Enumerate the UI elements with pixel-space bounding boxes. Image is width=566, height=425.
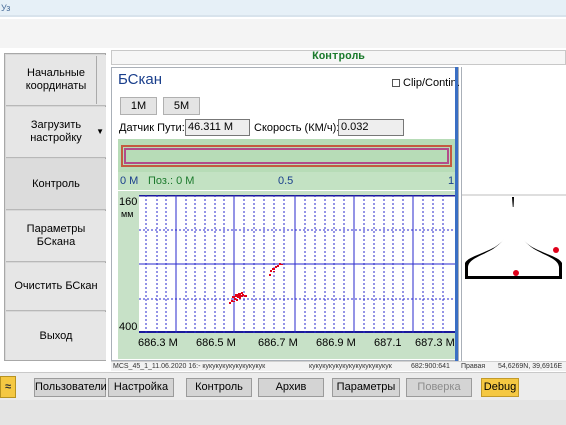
status-file: MCS_45_1_11.06.2020 16:- кукукукукукукук…: [113, 363, 266, 370]
x-tick: 686.7 M: [258, 337, 298, 349]
dropdown-divider: [96, 56, 97, 104]
sidebar-item-label: Контроль: [32, 177, 80, 190]
sidebar-item-exit[interactable]: Выход: [6, 312, 106, 360]
bscan-grid: [139, 194, 455, 333]
status-coords: 682:900:641: [411, 363, 450, 370]
scale-position: Поз.: 0 M: [148, 175, 195, 187]
scale-start: 0 M: [120, 175, 139, 187]
debug-button[interactable]: Debug: [481, 378, 519, 397]
position-track-inner: [124, 148, 449, 164]
parameters-button[interactable]: Параметры: [332, 378, 400, 397]
sidebar-item-start-coordinates[interactable]: Начальные координаты: [6, 55, 106, 106]
bscan-title: БСкан: [118, 71, 163, 88]
panel-splitter[interactable]: [455, 67, 458, 361]
double-chevron-up-icon[interactable]: ≈: [0, 376, 16, 398]
toolbar-gap: [0, 19, 566, 48]
verification-button: Поверка: [406, 378, 472, 397]
status-gps: 54,6269N, 39,6916E: [498, 363, 563, 370]
archive-button[interactable]: Архив: [258, 378, 324, 397]
window-tab[interactable]: Уз: [0, 0, 566, 17]
checkbox-icon[interactable]: [392, 79, 400, 87]
speed-value: 0.032: [338, 119, 404, 136]
x-tick: 687.1: [374, 337, 402, 349]
control-button[interactable]: Контроль: [186, 378, 252, 397]
sidebar: Начальные координаты Загрузить настройку…: [4, 53, 106, 361]
sidebar-item-label: Начальные координаты: [25, 67, 87, 92]
sidebar-item-load-settings[interactable]: Загрузить настройку ▼: [6, 107, 106, 158]
page-title: Контроль: [111, 50, 566, 65]
bscan-panel: БСкан Clip/Contin. 1M 5M Датчик Пути: 46…: [111, 67, 460, 361]
position-scale: 0 M Поз.: 0 M 0.5 1: [118, 172, 455, 190]
y-axis-top: 160: [119, 196, 138, 208]
window-tab-label: Уз: [1, 3, 11, 13]
sidebar-item-bscan-params[interactable]: Параметры БСкана: [6, 211, 106, 262]
y-axis-bottom: 400: [119, 321, 138, 333]
sidebar-item-label: Параметры БСкана: [26, 223, 86, 248]
clip-label: Clip/Contin.: [403, 77, 460, 89]
x-tick: 687.3 M: [415, 337, 455, 349]
clip-checkbox[interactable]: Clip/Contin.: [392, 77, 460, 89]
x-tick: 686.3 M: [138, 337, 178, 349]
rail-profile-icon: [462, 194, 566, 279]
sensor-value: 46.311 M: [185, 119, 250, 136]
sidebar-item-clear-bscan[interactable]: Очистить БСкан: [6, 263, 106, 311]
bottom-bar: ≈ Пользователи Настройка Контроль Архив …: [0, 372, 566, 425]
sidebar-item-label: Загрузить настройку: [30, 119, 82, 144]
sidebar-item-label: Выход: [39, 329, 73, 342]
status-side: Правая: [461, 363, 486, 370]
title-bar: Уз: [0, 0, 566, 19]
tab-5m[interactable]: 5M: [163, 97, 200, 115]
sidebar-item-label: Очистить БСкан: [14, 280, 98, 292]
users-button[interactable]: Пользователи: [34, 378, 107, 397]
chevron-down-icon[interactable]: ▼: [96, 125, 104, 138]
position-track[interactable]: [121, 145, 452, 167]
y-axis-unit: мм: [121, 209, 134, 219]
rail-profile-panel: [461, 67, 566, 361]
scale-mid: 0.5: [278, 175, 294, 187]
status-bar: MCS_45_1_11.06.2020 16:- кукукукукукукук…: [111, 361, 566, 371]
speed-label: Скорость (КМ/ч):: [254, 122, 340, 134]
status-text: кукукукукукукукукукукукук: [309, 363, 392, 370]
x-tick: 686.9 M: [316, 337, 356, 349]
defect-points: [229, 263, 283, 304]
settings-button[interactable]: Настройка: [108, 378, 174, 397]
x-tick: 686.5 M: [196, 337, 236, 349]
sidebar-item-control[interactable]: Контроль: [6, 159, 106, 210]
bottom-toolbar: ≈ Пользователи Настройка Контроль Архив …: [0, 372, 566, 400]
tab-1m[interactable]: 1M: [120, 97, 157, 115]
bscan-plot[interactable]: [139, 194, 455, 333]
sensor-label: Датчик Пути:: [119, 122, 185, 134]
scale-end: 1: [448, 175, 455, 187]
